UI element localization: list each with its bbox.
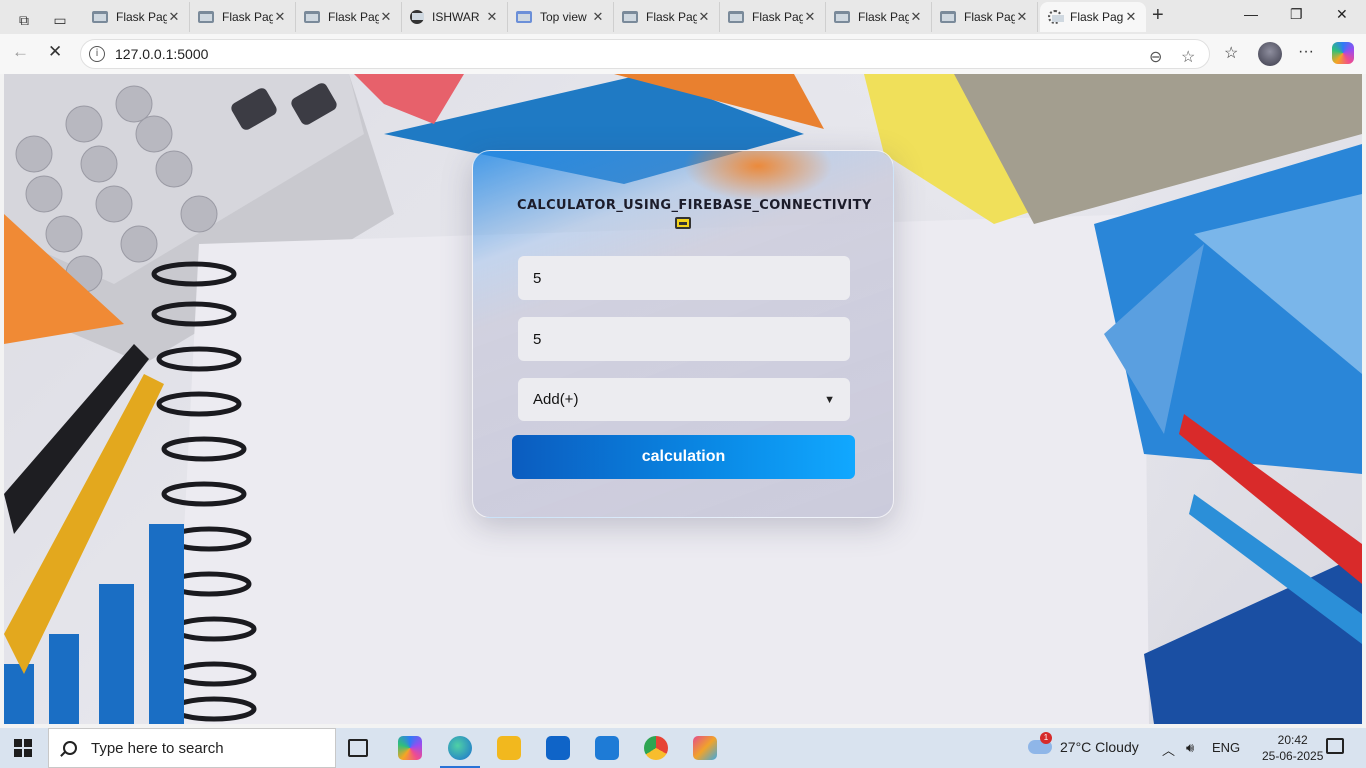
zoom-icon[interactable]: ⊖ [1149,47,1162,67]
speaker-icon[interactable]: 🔊︎ [1186,740,1194,756]
clock[interactable]: 20:42 25-06-2025 [1262,732,1323,764]
more-menu-icon[interactable]: ··· [1298,43,1314,61]
tab-10-active[interactable]: Flask Pag ✕ [1040,2,1146,32]
search-placeholder: Type here to search [91,739,224,757]
copilot-taskbar-icon[interactable] [398,736,422,760]
profile-avatar[interactable] [1258,42,1282,66]
close-window-icon[interactable]: ✕ [1336,6,1348,23]
tab-label: ISHWAR [432,10,480,24]
tab-7[interactable]: Flask Pag ✕ [720,2,826,32]
vscode-icon[interactable] [595,736,619,760]
minimize-icon[interactable]: — [1244,6,1258,22]
tab-6[interactable]: Flask Pag ✕ [614,2,720,32]
outlook-icon[interactable] [546,736,570,760]
tab-label: Flask Pag [858,10,909,24]
vertical-tabs-icon[interactable]: ▭ [48,8,72,32]
chrome-icon[interactable] [644,736,668,760]
clock-date: 25-06-2025 [1262,749,1324,763]
close-tab-icon[interactable]: ✕ [909,9,923,25]
tab-label: Flask Pag [116,10,167,24]
weather-badge: 1 [1040,732,1052,744]
calculator-card: CALCULATOR_USING_FIREBASE_CONNECTIVITY 5… [472,150,894,518]
address-bar[interactable]: i 127.0.0.1:5000 ⊖ ☆ [80,39,1210,69]
page-icon [622,11,638,23]
close-tab-icon[interactable]: ✕ [591,9,605,25]
tab-label: Flask Pag [328,10,379,24]
chevron-down-icon: ▼ [824,393,835,406]
page-viewport: CALCULATOR_USING_FIREBASE_CONNECTIVITY 5… [4,74,1362,724]
clock-time: 20:42 [1277,733,1308,747]
tab-strip: ⧉ ▭ Flask Pag ✕ Flask Pag ✕ Flask Pag ✕ ISH… [0,0,1366,34]
tab-2[interactable]: Flask Pag ✕ [190,2,296,32]
first-number-input[interactable]: 5 [518,256,850,300]
windows-start-icon[interactable] [14,739,32,757]
close-tab-icon[interactable]: ✕ [697,9,711,25]
page-icon [834,11,850,23]
search-icon [63,741,77,755]
doc-icon [516,11,532,23]
first-number-value: 5 [533,269,542,287]
favorite-star-icon[interactable]: ☆ [1181,47,1195,67]
tab-label: Flask Pag [222,10,273,24]
workspaces-icon[interactable]: ⧉ [12,8,36,32]
tab-5[interactable]: Top view ✕ [508,2,614,32]
back-icon[interactable]: ← [12,42,29,62]
close-tab-icon[interactable]: ✕ [379,9,393,25]
operation-selected-value: Add(+) [533,391,579,408]
taskbar: Type here to search 1 27°C Cloudy ︿ 🔊︎ E… [0,728,1366,768]
cloud-icon: 1 [1028,732,1052,754]
notification-icon[interactable] [1326,738,1344,754]
favorites-icon[interactable]: ☆ [1224,43,1238,63]
page-icon [198,11,214,23]
copilot-icon[interactable] [1332,42,1354,64]
address-toolbar: ← ✕ i 127.0.0.1:5000 ⊖ ☆ ☆ ··· [0,34,1366,74]
close-tab-icon[interactable]: ✕ [1124,9,1138,25]
tab-3[interactable]: Flask Pag ✕ [296,2,402,32]
site-info-icon[interactable]: i [89,46,105,62]
weather-text: 27°C Cloudy [1060,739,1139,755]
page-icon [304,11,320,23]
tab-label: Top view [540,10,587,24]
close-tab-icon[interactable]: ✕ [167,9,181,25]
operation-select[interactable]: Add(+) ▼ [518,378,850,421]
stop-loading-icon[interactable]: ✕ [48,42,62,62]
tab-9[interactable]: Flask Pag ✕ [932,2,1038,32]
page-icon [728,11,744,23]
tab-label: Flask Pag [646,10,697,24]
tab-1[interactable]: Flask Pag ✕ [84,2,190,32]
new-tab-icon[interactable]: + [1152,4,1164,27]
page-icon [92,11,108,23]
tab-8[interactable]: Flask Pag ✕ [826,2,932,32]
tab-4[interactable]: ISHWAR ✕ [402,2,508,32]
second-number-value: 5 [533,330,542,348]
github-icon [410,10,424,24]
weather-widget[interactable]: 1 27°C Cloudy [1028,732,1139,755]
loading-icon [1048,10,1064,24]
task-view-icon[interactable] [348,739,368,757]
page-icon [940,11,956,23]
tab-label: Flask Pag [964,10,1015,24]
restore-icon[interactable]: ❐ [1290,6,1303,23]
close-tab-icon[interactable]: ✕ [485,9,499,25]
app-icon[interactable] [693,736,717,760]
calculation-button[interactable]: calculation [512,435,855,479]
tab-label: Flask Pag [1070,10,1124,24]
page-title: CALCULATOR_USING_FIREBASE_CONNECTIVITY [517,198,872,213]
taskbar-search[interactable]: Type here to search [48,728,336,768]
tab-label: Flask Pag [752,10,803,24]
file-explorer-icon[interactable] [497,736,521,760]
close-tab-icon[interactable]: ✕ [803,9,817,25]
calculation-button-label: calculation [641,448,726,465]
edge-browser-icon[interactable] [440,736,480,768]
chevron-up-icon[interactable]: ︿ [1162,740,1175,759]
close-tab-icon[interactable]: ✕ [273,9,287,25]
second-number-input[interactable]: 5 [518,317,850,361]
url-text[interactable]: 127.0.0.1:5000 [115,46,208,62]
language-indicator[interactable]: ENG [1212,740,1240,755]
calculator-emoji-icon [675,217,691,229]
close-tab-icon[interactable]: ✕ [1015,9,1029,25]
